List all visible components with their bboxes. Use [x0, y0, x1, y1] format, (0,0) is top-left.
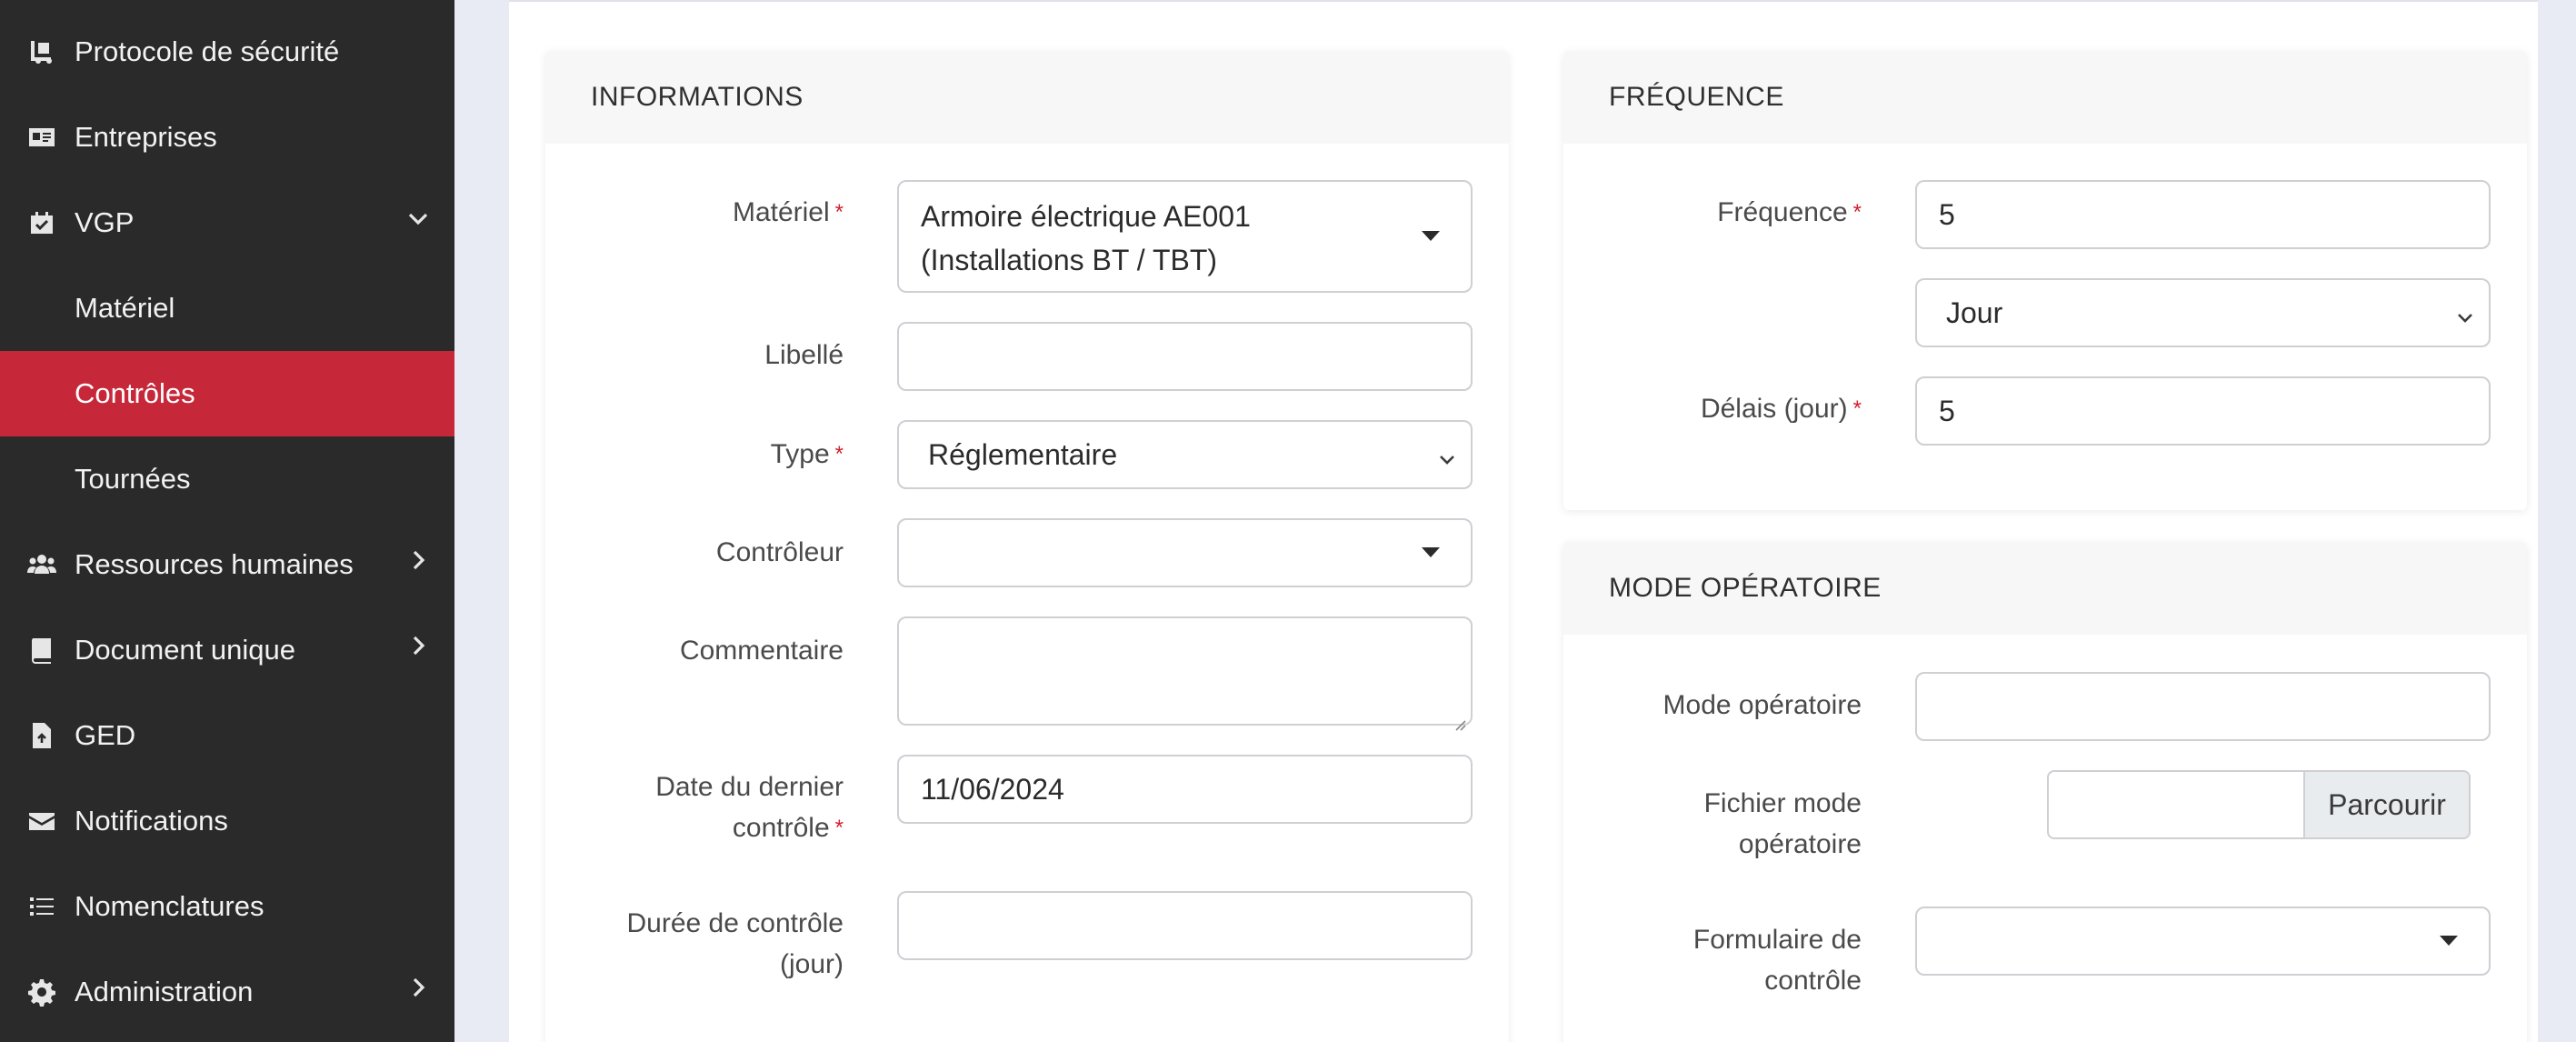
frequence-label: Fréquence *	[1717, 197, 1862, 227]
sidebar-item-label: GED	[75, 719, 136, 751]
id-card-icon	[25, 121, 58, 154]
commentaire-textarea[interactable]	[897, 616, 1473, 731]
sidebar-subitem-materiel[interactable]: Matériel	[0, 266, 454, 351]
sidebar-item-protocole-securite[interactable]: Protocole de sécurité	[0, 9, 454, 95]
sidebar-item-label: Document unique	[75, 634, 295, 666]
chevron-right-icon[interactable]	[405, 547, 438, 580]
sidebar-item-administration[interactable]: Administration	[0, 949, 454, 1035]
duree-controle-input[interactable]	[897, 891, 1473, 960]
sidebar-item-label: Notifications	[75, 805, 228, 837]
formulaire-controle-select[interactable]	[1915, 907, 2491, 976]
libelle-input[interactable]	[897, 322, 1473, 391]
book-icon	[25, 634, 58, 666]
chevron-down-icon	[2454, 302, 2476, 324]
type-value: Réglementaire	[928, 437, 1118, 471]
mode-operatoire-input[interactable]	[1915, 672, 2491, 741]
chevron-down-icon[interactable]	[405, 205, 438, 238]
sidebar-item-vgp[interactable]: VGP	[0, 180, 454, 266]
sidebar-item-label: Entreprises	[75, 121, 217, 153]
controleur-select[interactable]	[897, 518, 1473, 587]
gear-icon	[25, 976, 58, 1008]
truck-loading-icon	[25, 35, 58, 68]
caret-down-icon	[1422, 547, 1440, 557]
sidebar-subitem-controles[interactable]: Contrôles	[0, 351, 454, 436]
users-icon	[25, 548, 58, 581]
caret-down-icon	[2440, 936, 2458, 946]
list-icon	[25, 890, 58, 923]
duree-controle-label: Durée de contrôle (jour)	[626, 908, 844, 979]
commentaire-label: Commentaire	[679, 636, 844, 666]
materiel-value-line1: Armoire électrique AE001	[921, 200, 1251, 233]
sidebar-item-nomenclatures[interactable]: Nomenclatures	[0, 864, 454, 949]
caret-down-icon	[1422, 231, 1440, 241]
mode-operatoire-card-title: MODE OPÉRATOIRE	[1563, 542, 2527, 635]
sidebar-item-notifications[interactable]: Notifications	[0, 778, 454, 864]
sidebar-item-ged[interactable]: GED	[0, 693, 454, 778]
materiel-value-line2: (Installations BT / TBT)	[921, 244, 1218, 276]
formulaire-controle-label: Formulaire de contrôle	[1692, 925, 1862, 996]
date-dernier-controle-input[interactable]: 11/06/2024	[897, 755, 1473, 824]
fichier-mode-operatoire-label: Fichier mode opératoire	[1703, 788, 1862, 859]
resize-handle-icon[interactable]	[1453, 706, 1467, 731]
file-upload-icon	[25, 719, 58, 752]
delais-label: Délais (jour) *	[1700, 394, 1862, 424]
chevron-right-icon[interactable]	[405, 975, 438, 1007]
type-label: Type *	[770, 439, 844, 469]
frequence-unite-select[interactable]: Jour	[1915, 278, 2491, 347]
mode-operatoire-label: Mode opératoire	[1662, 690, 1862, 720]
libelle-label: Libellé	[764, 340, 844, 370]
informations-card-title: INFORMATIONS	[545, 51, 1509, 144]
sidebar-subitem-label: Matériel	[75, 292, 175, 324]
sidebar-item-label: Ressources humaines	[75, 548, 354, 580]
frequence-unite-value: Jour	[1946, 296, 2003, 329]
sidebar-item-label: Administration	[75, 976, 254, 1007]
parcourir-button[interactable]: Parcourir	[2303, 770, 2471, 839]
frequence-card-title: FRÉQUENCE	[1563, 51, 2527, 144]
sidebar-item-ressources-humaines[interactable]: Ressources humaines	[0, 522, 454, 607]
sidebar-item-document-unique[interactable]: Document unique	[0, 607, 454, 693]
sidebar: Protocole de sécurité Entreprises VGP Ma…	[0, 0, 454, 1042]
sidebar-subitem-tournees[interactable]: Tournées	[0, 436, 454, 522]
materiel-select[interactable]: Armoire électrique AE001 (Installations …	[897, 180, 1473, 293]
chevron-right-icon[interactable]	[405, 633, 438, 666]
frequence-input[interactable]: 5	[1915, 180, 2491, 249]
sidebar-item-label: VGP	[75, 206, 135, 238]
type-select[interactable]: Réglementaire	[897, 420, 1473, 489]
delais-input[interactable]: 5	[1915, 376, 2491, 446]
calendar-check-icon	[25, 206, 58, 239]
sidebar-item-label: Nomenclatures	[75, 890, 265, 922]
materiel-label: Matériel *	[732, 197, 844, 227]
controleur-label: Contrôleur	[715, 537, 844, 567]
sidebar-item-entreprises[interactable]: Entreprises	[0, 95, 454, 180]
chevron-down-icon	[1436, 444, 1458, 466]
sidebar-subitem-label: Tournées	[75, 463, 191, 495]
fichier-mode-operatoire-input[interactable]	[2047, 770, 2303, 839]
sidebar-subitem-label: Contrôles	[75, 377, 195, 409]
envelope-icon	[25, 805, 58, 837]
date-dernier-controle-label: Date du dernier contrôle *	[655, 772, 844, 843]
sidebar-item-label: Protocole de sécurité	[75, 35, 340, 67]
